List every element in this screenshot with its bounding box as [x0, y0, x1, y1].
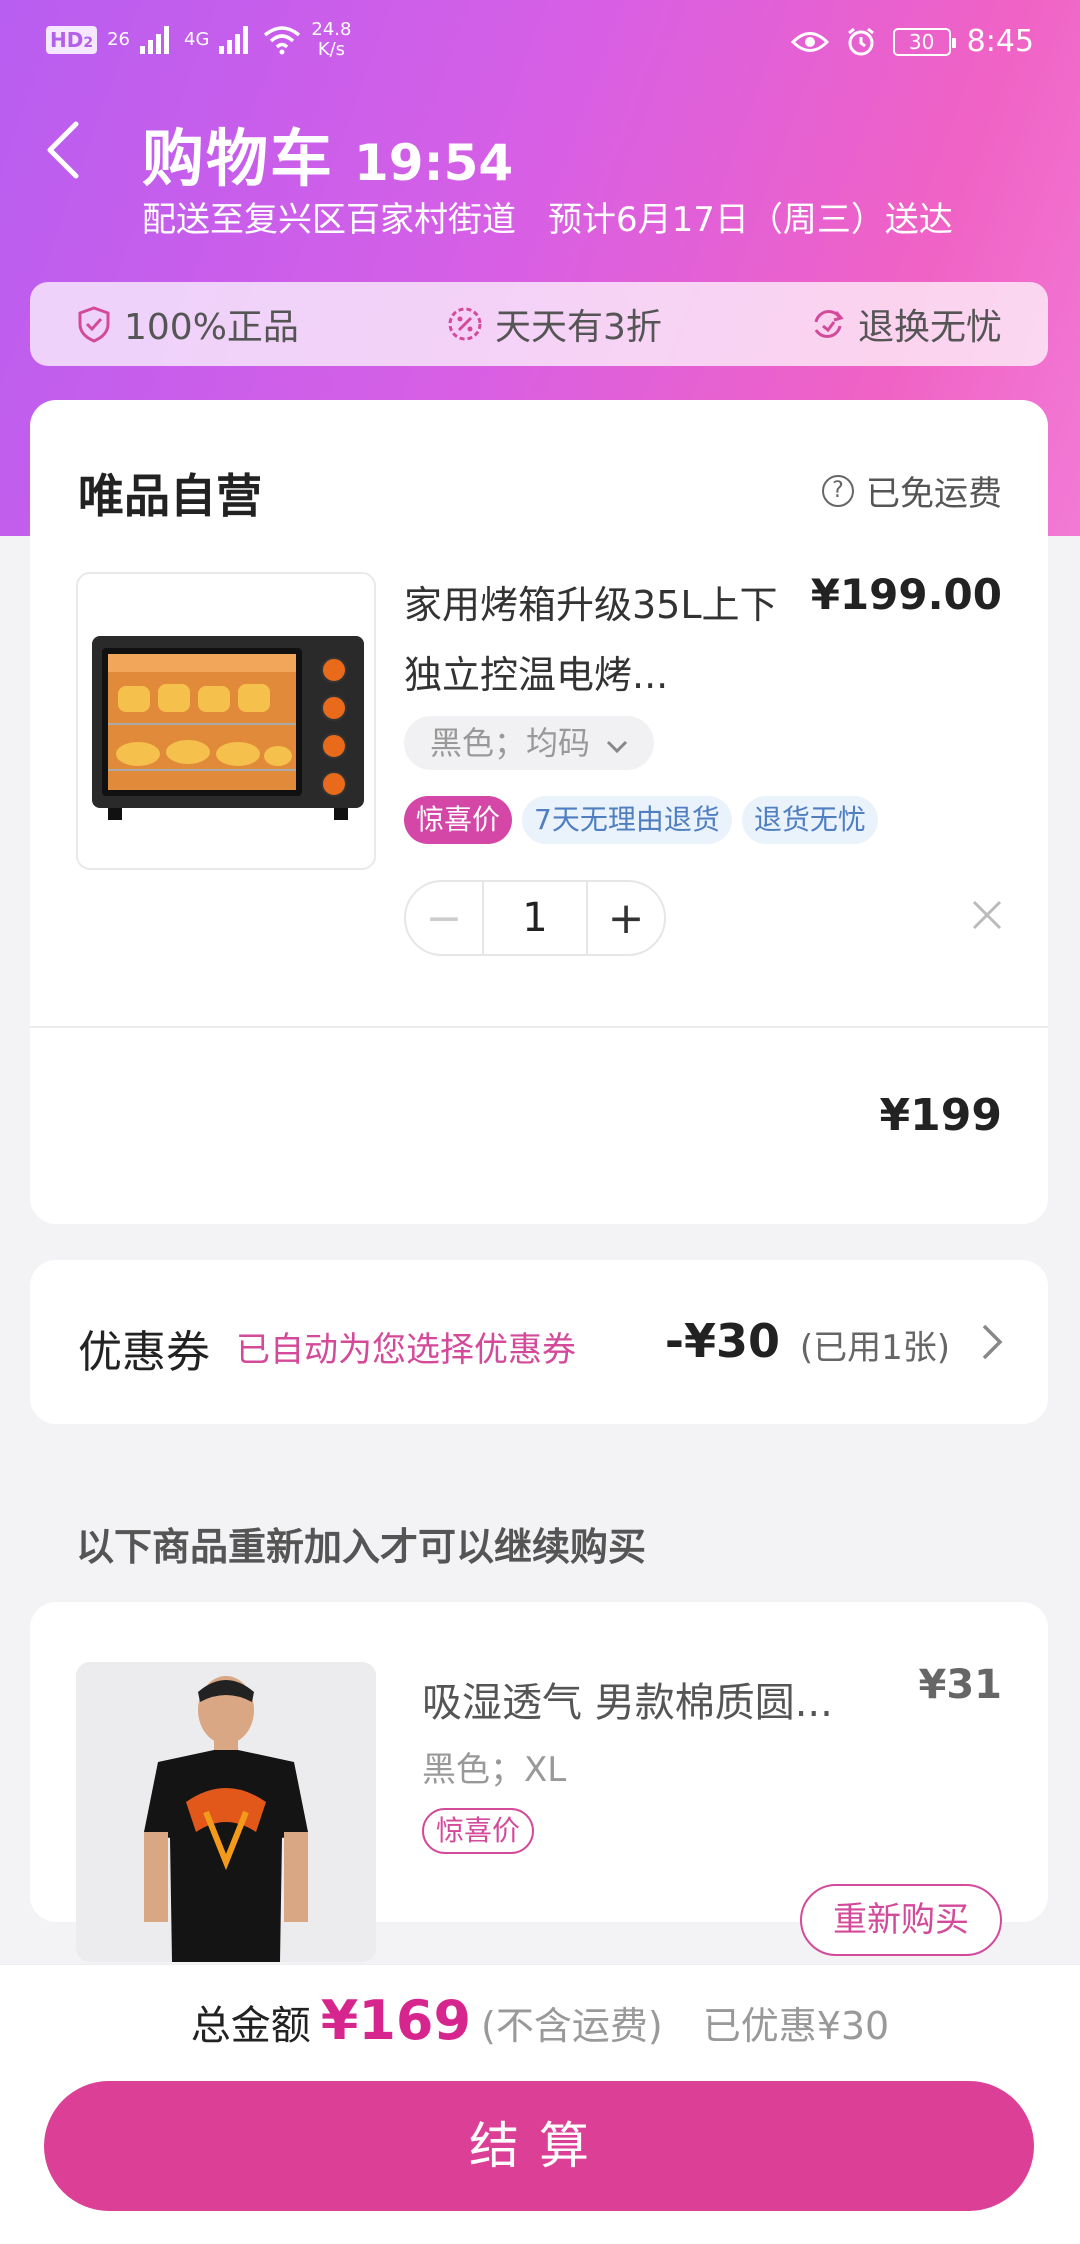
reorder-product-sku: 黑色；XL — [422, 1750, 567, 1790]
delivery-address[interactable]: 配送至复兴区百家村街道 — [142, 192, 516, 241]
coupon-used-count: (已用1张) — [799, 1328, 950, 1368]
eye-icon — [790, 31, 829, 52]
battery-icon: 30 — [892, 27, 956, 56]
product-tags: 惊喜价 7天无理由退货 退货无忧 — [404, 796, 878, 844]
signal-2-label: 4G — [184, 29, 210, 50]
quantity-stepper: − 1 + — [404, 880, 666, 956]
badge-return: 退换无忧 — [808, 298, 1002, 350]
product-price: ¥199.00 — [810, 570, 1002, 619]
exchange-icon — [814, 310, 844, 338]
reorder-section-heading: 以下商品重新加入才可以继续购买 — [76, 1525, 647, 1569]
coupon-label: 优惠券 — [78, 1327, 210, 1378]
quantity-increase-button[interactable]: + — [588, 882, 664, 954]
signal-icon-2 — [219, 26, 253, 54]
total-saved: 已优惠¥30 — [702, 2004, 890, 2048]
tag-easy-return: 退货无忧 — [741, 796, 878, 844]
quantity-decrease-button[interactable]: − — [406, 882, 482, 954]
shop-name: 唯品自营 — [78, 469, 262, 523]
coupon-amount: -¥30 — [664, 1314, 780, 1368]
coupon-card[interactable]: 优惠券 已自动为您选择优惠券 -¥30 (已用1张) — [30, 1260, 1048, 1424]
checkout-button[interactable]: 结算 — [44, 2081, 1034, 2211]
chevron-right-icon[interactable] — [978, 1322, 1006, 1362]
network-speed: 24.8 K/s — [311, 19, 352, 60]
reorder-product-title[interactable]: 吸湿透气 男款棉质圆... — [422, 1670, 833, 1728]
tag-surprise-price: 惊喜价 — [404, 796, 513, 844]
cart-timer: 19:54 — [354, 134, 514, 192]
wifi-icon — [264, 26, 301, 55]
clock: 8:45 — [966, 24, 1034, 59]
rebuy-button[interactable]: 重新购买 — [800, 1884, 1002, 1956]
chevron-down-icon — [607, 740, 628, 754]
free-shipping-info[interactable]: ? 已免运费 — [822, 466, 1002, 515]
coupon-auto-hint: 已自动为您选择优惠券 — [236, 1330, 576, 1370]
total-summary: 总金额 ¥169 (不含运费) 已优惠¥30 — [0, 1989, 1080, 2052]
status-bar: HD2 26 4G 24.8 K/s 30 8:45 — [0, 0, 1080, 84]
reorder-card: 吸湿透气 男款棉质圆... ¥31 黑色；XL 惊喜价 重新购买 — [30, 1602, 1048, 1962]
checkout-bar: 总金额 ¥169 (不含运费) 已优惠¥30 结算 — [0, 1964, 1080, 2244]
page-title: 购物车 — [142, 122, 335, 195]
total-label: 总金额 — [190, 2003, 311, 2049]
badge-authentic: 100%正品 — [74, 298, 299, 350]
remove-item-icon[interactable] — [970, 898, 1004, 932]
delivery-eta: 预计6月17日（周三）送达 — [548, 200, 953, 240]
reorder-product-price: ¥31 — [918, 1662, 1003, 1708]
divider — [30, 1026, 1048, 1028]
total-note: (不含运费) — [481, 2004, 663, 2048]
product-title[interactable]: 家用烤箱升级35L上下独立控温电烤... — [404, 570, 804, 710]
reorder-tag-surprise-price: 惊喜价 — [422, 1808, 535, 1854]
percent-badge-icon — [448, 307, 482, 341]
tag-7day-return: 7天无理由退货 — [522, 796, 732, 844]
shop-card: 唯品自营 ? 已免运费 家用烤箱升级35L上下独立控温电烤... ¥199.00… — [30, 400, 1048, 1224]
hd-badge: HD2 — [46, 26, 98, 54]
back-arrow-icon[interactable] — [42, 118, 86, 182]
signal-1-label: 26 — [107, 29, 130, 50]
product-image-oven[interactable] — [76, 572, 376, 870]
badge-discount: 天天有3折 — [445, 298, 662, 350]
sku-selector[interactable]: 黑色；均码 — [404, 716, 655, 770]
alarm-icon — [847, 27, 874, 55]
signal-icon — [140, 26, 174, 54]
delivery-info[interactable]: 配送至复兴区百家村街道 预计6月17日（周三）送达 — [142, 192, 953, 241]
service-badges: 100%正品 天天有3折 退换无忧 — [30, 282, 1048, 366]
shield-check-icon — [78, 306, 110, 343]
help-icon[interactable]: ? — [822, 474, 854, 507]
total-amount: ¥169 — [320, 1989, 472, 2052]
quantity-value[interactable]: 1 — [482, 882, 588, 954]
page-title-row: 购物车 19:54 — [142, 108, 513, 198]
shop-subtotal: ¥199 — [879, 1090, 1002, 1141]
product-image-tshirt[interactable] — [76, 1662, 376, 1962]
